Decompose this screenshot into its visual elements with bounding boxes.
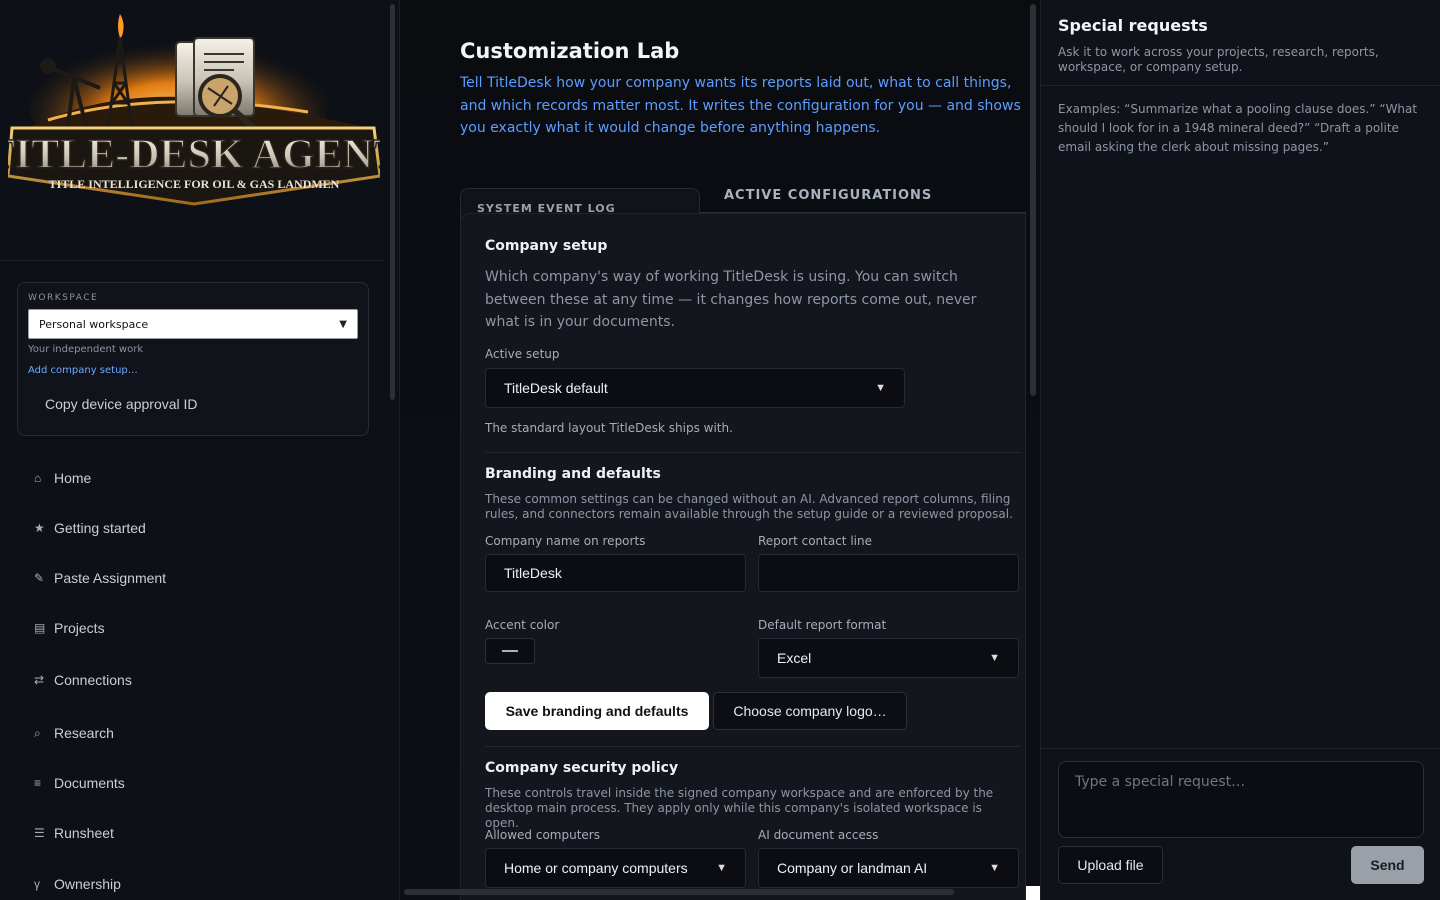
chevron-down-icon: ▼ (716, 862, 727, 874)
sidebar-item-label: Projects (54, 620, 105, 636)
sidebar-item-label: Ownership (54, 876, 121, 892)
accent-color-label: Accent color (485, 618, 560, 632)
company-setup-description: Which company's way of working TitleDesk… (485, 269, 977, 330)
special-requests-title: Special requests (1058, 16, 1208, 35)
sidebar-item-ownership[interactable]: γ Ownership (34, 876, 121, 892)
chevron-down-icon: ▼ (339, 318, 347, 330)
security-title: Company security policy (485, 760, 679, 776)
special-requests-examples: Examples: “Summarize what a pooling clau… (1058, 102, 1418, 154)
default-format-select[interactable]: Excel ▼ (758, 638, 1019, 678)
sidebar-scrollbar[interactable] (390, 4, 395, 400)
sidebar-item-label: Home (54, 470, 92, 486)
page-title: Customization Lab (460, 39, 680, 63)
security-description: These controls travel inside the signed … (485, 786, 994, 830)
sidebar-item-paste-assignment[interactable]: ✎ Paste Assignment (34, 570, 166, 586)
settings-card: Company setup Which company's way of wor… (460, 213, 1026, 900)
branch-icon: γ (34, 877, 40, 891)
company-name-input[interactable]: TitleDesk (485, 554, 746, 592)
sidebar-divider (0, 260, 384, 261)
active-setup-select[interactable]: TitleDesk default ▼ (485, 368, 905, 408)
workspace-select[interactable]: Personal workspace ▼ (28, 309, 358, 339)
sidebar-item-getting-started[interactable]: ★ Getting started (34, 520, 146, 536)
chevron-down-icon: ▼ (989, 862, 1000, 874)
active-setup-label: Active setup (485, 347, 560, 361)
active-setup-note: The standard layout TitleDesk ships with… (485, 421, 733, 435)
tab-active-configurations[interactable]: ACTIVE CONFIGURATIONS (724, 188, 932, 203)
accent-color-picker[interactable] (485, 638, 535, 664)
ai-access-select[interactable]: Company or landman AI ▼ (758, 848, 1019, 888)
add-company-setup-link[interactable]: Add company setup… (28, 365, 138, 376)
star-icon: ★ (34, 521, 45, 535)
chevron-down-icon: ▼ (875, 382, 886, 394)
workspace-select-value: Personal workspace (39, 317, 149, 331)
search-icon: ⌕ (34, 725, 41, 740)
logo-tagline: TITLE INTELLIGENCE FOR OIL & GAS LANDMEN (49, 177, 340, 191)
workspace-card: WORKSPACE Personal workspace ▼ Your inde… (17, 282, 369, 436)
sidebar-item-documents[interactable]: ≡ Documents (34, 775, 125, 791)
scroll-corner (1026, 886, 1040, 900)
main-horizontal-scrollbar[interactable] (404, 889, 954, 895)
upload-file-button[interactable]: Upload file (1058, 846, 1163, 884)
send-button[interactable]: Send (1351, 846, 1424, 884)
title-desk-agent-logo: TITLE-DESK AGENT TITLE INTELLIGENCE FOR … (8, 14, 380, 206)
allowed-computers-select[interactable]: Home or company computers ▼ (485, 848, 746, 888)
special-requests-subtitle: Ask it to work across your projects, res… (1058, 45, 1379, 74)
ai-access-label: AI document access (758, 828, 879, 842)
company-setup-title: Company setup (485, 238, 608, 254)
copy-device-approval-id-button[interactable]: Copy device approval ID (45, 396, 198, 412)
workspace-subtext: Your independent work (28, 344, 144, 355)
report-contact-label: Report contact line (758, 534, 872, 548)
choose-logo-button[interactable]: Choose company logo… (713, 692, 907, 730)
sidebar-item-connections[interactable]: ⇄ Connections (34, 672, 132, 688)
default-format-label: Default report format (758, 618, 887, 632)
active-setup-value: TitleDesk default (504, 380, 608, 396)
save-branding-button[interactable]: Save branding and defaults (485, 692, 709, 730)
chevron-down-icon: ▼ (989, 652, 1000, 664)
panel-divider (1041, 748, 1440, 749)
sidebar-item-research[interactable]: ⌕ Research (34, 725, 114, 741)
section-divider (485, 746, 1021, 747)
sidebar-item-label: Research (54, 725, 114, 741)
sidebar: TITLE-DESK AGENT TITLE INTELLIGENCE FOR … (0, 0, 400, 900)
report-contact-input[interactable] (758, 554, 1019, 592)
app-window: TITLE-DESK AGENT TITLE INTELLIGENCE FOR … (0, 0, 1440, 900)
sidebar-item-label: Connections (54, 672, 132, 688)
documents-icon: ≡ (34, 776, 42, 790)
default-format-value: Excel (777, 650, 812, 666)
company-name-value: TitleDesk (504, 565, 562, 581)
arrows-icon: ⇄ (34, 673, 45, 687)
branding-title: Branding and defaults (485, 466, 661, 482)
pencil-icon: ✎ (34, 571, 45, 585)
branding-description: These common settings can be changed wit… (485, 492, 1013, 521)
ai-access-value: Company or landman AI (777, 860, 928, 876)
sidebar-item-label: Runsheet (54, 825, 114, 841)
special-request-input[interactable] (1058, 761, 1424, 838)
sidebar-item-projects[interactable]: ▤ Projects (34, 620, 105, 636)
home-icon: ⌂ (34, 471, 42, 485)
section-divider (485, 452, 1021, 453)
allowed-computers-value: Home or company computers (504, 860, 688, 876)
sidebar-item-label: Paste Assignment (54, 570, 167, 586)
main-vertical-scrollbar[interactable] (1030, 4, 1036, 396)
list-icon: ☰ (34, 826, 45, 840)
sidebar-item-runsheet[interactable]: ☰ Runsheet (34, 825, 114, 841)
page-description: Tell TitleDesk how your company wants it… (460, 75, 1021, 136)
special-requests-panel: Special requests Ask it to work across y… (1040, 0, 1440, 900)
main-content: Customization Lab Tell TitleDesk how you… (400, 0, 1040, 900)
logo-title: TITLE-DESK AGENT (8, 132, 380, 178)
projects-icon: ▤ (34, 621, 46, 635)
sidebar-item-label: Documents (54, 775, 125, 791)
company-name-label: Company name on reports (485, 534, 646, 548)
sidebar-item-label: Getting started (54, 520, 146, 536)
color-swatch-icon (502, 650, 518, 652)
panel-divider (1041, 85, 1440, 86)
allowed-computers-label: Allowed computers (485, 828, 600, 842)
workspace-label: WORKSPACE (28, 293, 99, 303)
sidebar-item-home[interactable]: ⌂ Home (34, 470, 91, 486)
